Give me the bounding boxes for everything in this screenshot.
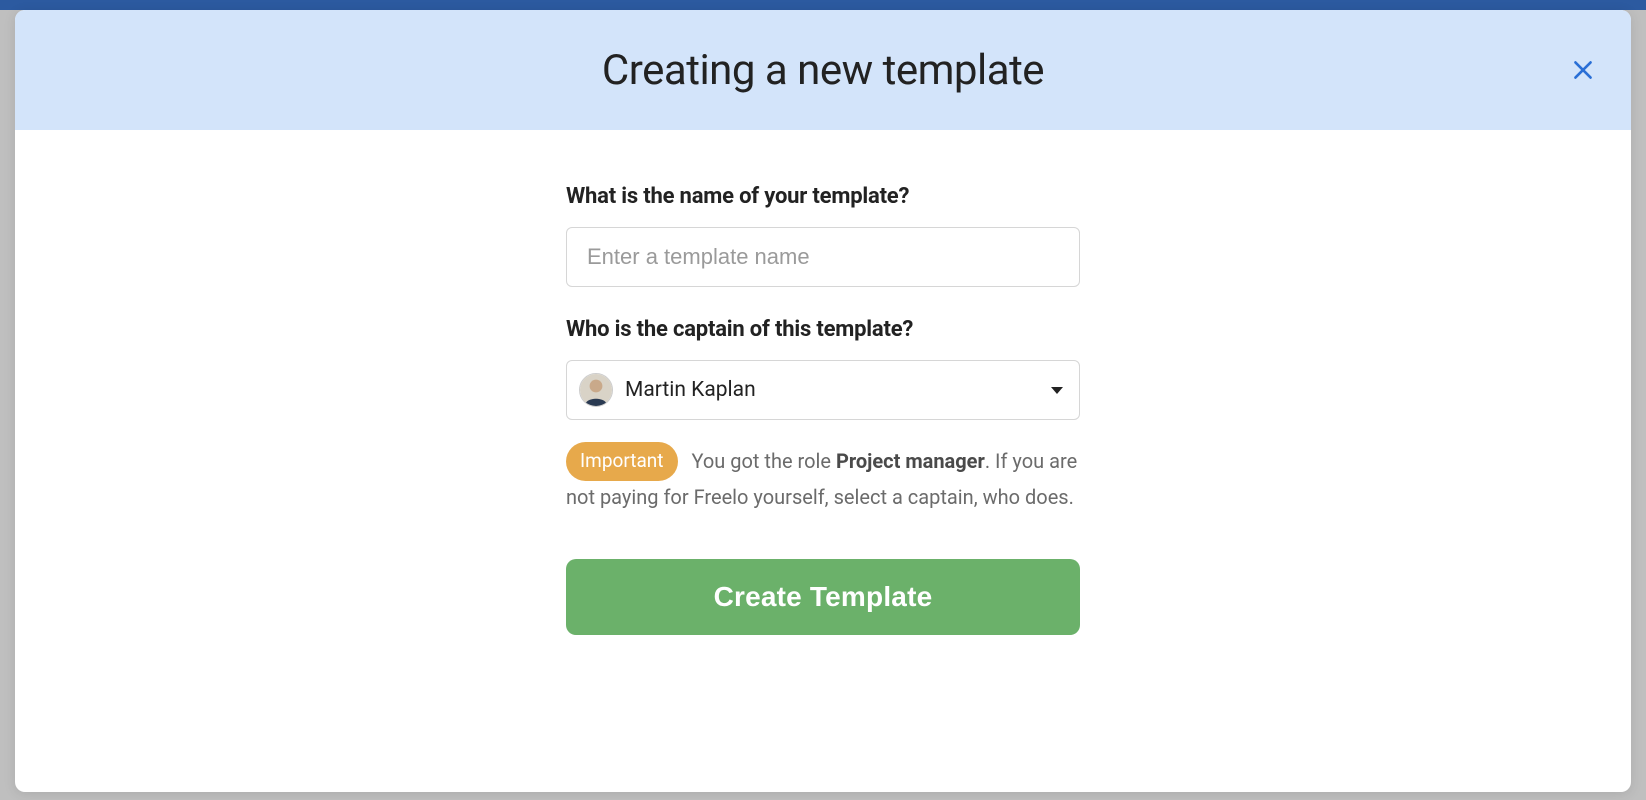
template-name-input[interactable] [566, 227, 1080, 287]
captain-selected-value: Martin Kaplan [625, 378, 1051, 402]
create-template-button[interactable]: Create Template [566, 559, 1080, 635]
chevron-down-icon [1051, 387, 1063, 394]
avatar-icon [580, 374, 612, 406]
captain-note: Important You got the role Project manage… [566, 442, 1080, 513]
close-button[interactable] [1563, 50, 1603, 90]
captain-select[interactable]: Martin Kaplan [566, 360, 1080, 420]
captain-label: Who is the captain of this template? [566, 317, 1080, 342]
create-template-form: What is the name of your template? Who i… [566, 184, 1080, 792]
create-template-modal: Creating a new template What is the name… [15, 10, 1631, 792]
template-name-label: What is the name of your template? [566, 184, 1080, 209]
note-text-prefix: You got the role [692, 449, 836, 473]
close-icon [1570, 57, 1596, 83]
modal-body: What is the name of your template? Who i… [15, 130, 1631, 792]
template-name-field: What is the name of your template? [566, 184, 1080, 287]
avatar [579, 373, 613, 407]
important-badge: Important [566, 442, 678, 481]
modal-title: Creating a new template [602, 46, 1044, 95]
background-topbar [0, 0, 1646, 10]
captain-field: Who is the captain of this template? Mar… [566, 317, 1080, 420]
modal-header: Creating a new template [15, 10, 1631, 130]
note-role: Project manager [836, 449, 985, 473]
